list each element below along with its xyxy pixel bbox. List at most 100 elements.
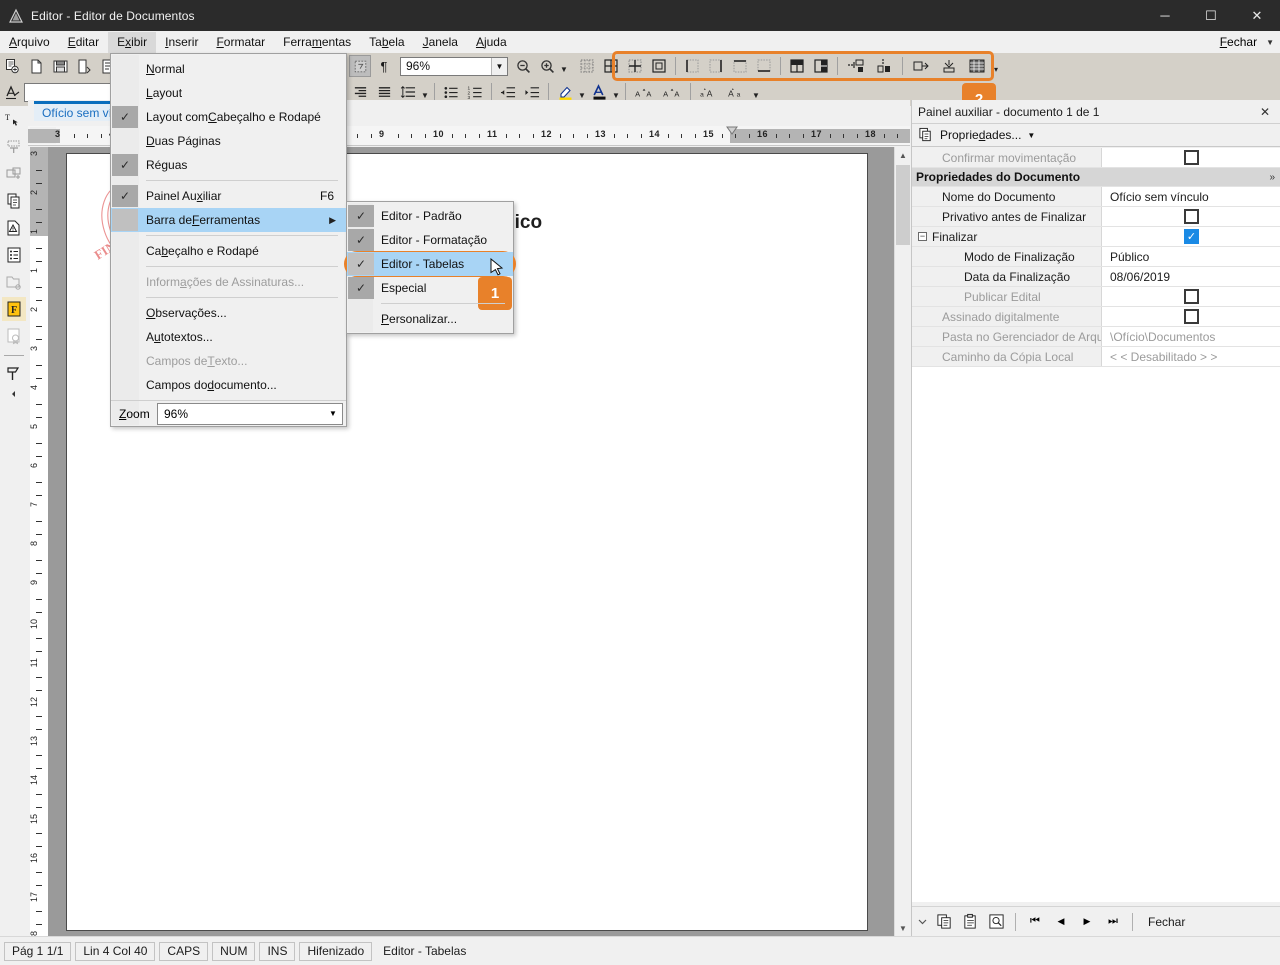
menu-item-observacoes[interactable]: Observações... — [111, 301, 346, 325]
delete-column-icon[interactable] — [936, 55, 962, 77]
copy-properties-icon[interactable] — [932, 911, 956, 933]
close-button[interactable]: ✕ — [1234, 0, 1280, 31]
minimize-button[interactable]: ─ — [1142, 0, 1188, 31]
text-frame-icon[interactable] — [2, 135, 26, 159]
insert-table-icon[interactable] — [576, 55, 598, 77]
menu-item-cabecalho-e-rodape[interactable]: Cabeçalho e Rodapé — [111, 239, 346, 263]
table-grid-icon[interactable] — [600, 55, 622, 77]
select-cell-icon[interactable] — [648, 55, 670, 77]
folder-doc-icon[interactable] — [2, 270, 26, 294]
line-spacing-caret[interactable]: ▼ — [420, 82, 430, 102]
insert-cell-cross-icon[interactable] — [624, 55, 646, 77]
insert-column-icon[interactable] — [871, 55, 897, 77]
chevron-down-icon[interactable]: ▼ — [324, 409, 342, 418]
copy-doc-icon[interactable] — [2, 189, 26, 213]
font-name-icon[interactable] — [1, 81, 23, 103]
left-border-icon[interactable] — [681, 55, 703, 77]
property-row-caminho-da-copia-local[interactable]: Caminho da Cópia Local < < Desabilitado … — [912, 347, 1280, 367]
property-value[interactable]: Público — [1102, 247, 1280, 266]
nav-prev-icon[interactable]: ◀ — [1049, 911, 1073, 933]
property-row-modo-de-finalizacao[interactable]: Modo de Finalização Público — [912, 247, 1280, 267]
panel-close-label[interactable]: Fechar — [1148, 915, 1185, 929]
expander-collapse-icon[interactable]: − — [918, 232, 927, 241]
menu-item-duas-paginas[interactable]: Duas Páginas — [111, 129, 346, 153]
chevron-down-icon[interactable]: ▼ — [1266, 38, 1274, 47]
chevron-down-icon[interactable]: ▼ — [491, 58, 507, 75]
nav-first-icon[interactable]: ⏮ — [1023, 911, 1047, 933]
scroll-up-arrow[interactable]: ▲ — [895, 147, 911, 163]
panel-command-label[interactable]: Propriedades... — [940, 128, 1021, 142]
panel-collapse-icon[interactable] — [914, 911, 930, 933]
insert-row-icon[interactable] — [843, 55, 869, 77]
property-row-pasta-no-gerenciador[interactable]: Pasta no Gerenciador de Arquiv... \Ofíci… — [912, 327, 1280, 347]
collapse-left-icon[interactable] — [2, 388, 26, 400]
submenu-item-editor-padrao[interactable]: ✓ Editor - Padrão — [347, 204, 513, 228]
menu-item-layout[interactable]: Layout — [111, 81, 346, 105]
menu-fechar[interactable]: Fechar — [1216, 32, 1261, 52]
property-value[interactable]: Ofício sem vínculo — [1102, 187, 1280, 206]
menu-ferramentas[interactable]: Ferramentas — [274, 32, 360, 53]
chevron-collapse-icon[interactable]: » — [1269, 172, 1280, 183]
scroll-down-arrow[interactable]: ▼ — [895, 920, 911, 936]
menu-item-layout-cabecalho-rodape[interactable]: ✓ Layout com Cabeçalho e Rodapé — [111, 105, 346, 129]
checkbox-unchecked[interactable] — [1184, 209, 1199, 224]
submenu-item-editor-tabelas[interactable]: ✓ Editor - Tabelas — [347, 252, 513, 276]
property-row-publicar-edital[interactable]: Publicar Edital — [912, 287, 1280, 307]
case-overflow-caret[interactable]: ▼ — [751, 82, 761, 102]
menu-item-autotextos[interactable]: Autotextos... — [111, 325, 346, 349]
menu-ajuda[interactable]: Ajuda — [467, 32, 516, 53]
zoom-in-icon[interactable] — [536, 55, 558, 77]
vertical-ruler[interactable]: 321123456789101112131415161718 — [30, 147, 48, 936]
menu-item-barra-de-ferramentas[interactable]: Barra de Ferramentas ▶ — [111, 208, 346, 232]
property-row-privativo-antes-de-finalizar[interactable]: Privativo antes de Finalizar — [912, 207, 1280, 227]
menu-item-painel-auxiliar[interactable]: ✓ Painel Auxiliar F6 — [111, 184, 346, 208]
submenu-item-especial[interactable]: ✓ Especial — [347, 276, 513, 300]
menu-janela[interactable]: Janela — [414, 32, 467, 53]
property-value[interactable]: < < Desabilitado > > — [1102, 347, 1280, 366]
menu-inserir[interactable]: Inserir — [156, 32, 207, 53]
zoom-out-icon[interactable] — [512, 55, 534, 77]
menu-arquivo[interactable]: Arquivo — [0, 32, 59, 53]
page-insert-icon[interactable] — [2, 162, 26, 186]
new-document-icon[interactable] — [1, 55, 23, 77]
finalize-doc-icon[interactable]: F — [2, 297, 26, 321]
property-value[interactable] — [1102, 207, 1280, 226]
signature-doc-icon[interactable] — [2, 324, 26, 348]
submenu-item-editor-formatacao[interactable]: ✓ Editor - Formatação — [347, 228, 513, 252]
pilcrow-icon[interactable]: ¶ — [373, 55, 395, 77]
menu-editar[interactable]: Editar — [59, 32, 108, 53]
menu-item-campos-do-documento[interactable]: Campos do documento... — [111, 373, 346, 397]
list-doc-icon[interactable] — [2, 243, 26, 267]
scroll-thumb[interactable] — [896, 165, 910, 245]
menu-formatar[interactable]: Formatar — [207, 32, 274, 53]
menu-item-reguas[interactable]: ✓ Réguas — [111, 153, 346, 177]
property-value[interactable] — [1102, 148, 1280, 167]
menu-item-normal[interactable]: Normal — [111, 57, 346, 81]
property-row-nome-do-documento[interactable]: Nome do Documento Ofício sem vínculo — [912, 187, 1280, 207]
paste-properties-icon[interactable] — [958, 911, 982, 933]
bottom-border-icon[interactable] — [753, 55, 775, 77]
document-vertical-scrollbar[interactable]: ▲ ▼ — [894, 147, 910, 936]
maximize-button[interactable]: ☐ — [1188, 0, 1234, 31]
right-border-icon[interactable] — [705, 55, 727, 77]
property-value[interactable]: ✓ — [1102, 227, 1280, 246]
table-toolbar-overflow-caret[interactable]: ▾ — [991, 56, 1001, 76]
property-row-finalizar[interactable]: − Finalizar ✓ — [912, 227, 1280, 247]
toolbar-overflow-caret[interactable]: ▼ — [559, 56, 569, 76]
menu-zoom-combo[interactable]: 96% ▼ — [157, 403, 343, 425]
property-value[interactable] — [1102, 287, 1280, 306]
font-color-caret[interactable]: ▼ — [611, 82, 621, 102]
blank-page-icon[interactable] — [25, 55, 47, 77]
formatting-marks-toggle-icon[interactable] — [349, 55, 371, 77]
menu-tabela[interactable]: Tabela — [360, 32, 413, 53]
search-properties-icon[interactable] — [984, 911, 1008, 933]
save-icon[interactable] — [49, 55, 71, 77]
warning-doc-icon[interactable] — [2, 216, 26, 240]
property-value[interactable]: 08/06/2019 — [1102, 267, 1280, 286]
property-row-data-da-finalizacao[interactable]: Data da Finalização 08/06/2019 — [912, 267, 1280, 287]
menu-exibir[interactable]: Exibir — [108, 32, 156, 53]
nav-last-icon[interactable]: ⏭ — [1101, 911, 1125, 933]
submenu-item-personalizar[interactable]: Personalizar... — [347, 307, 513, 331]
merge-cells-icon[interactable] — [786, 55, 808, 77]
property-value[interactable] — [1102, 307, 1280, 326]
